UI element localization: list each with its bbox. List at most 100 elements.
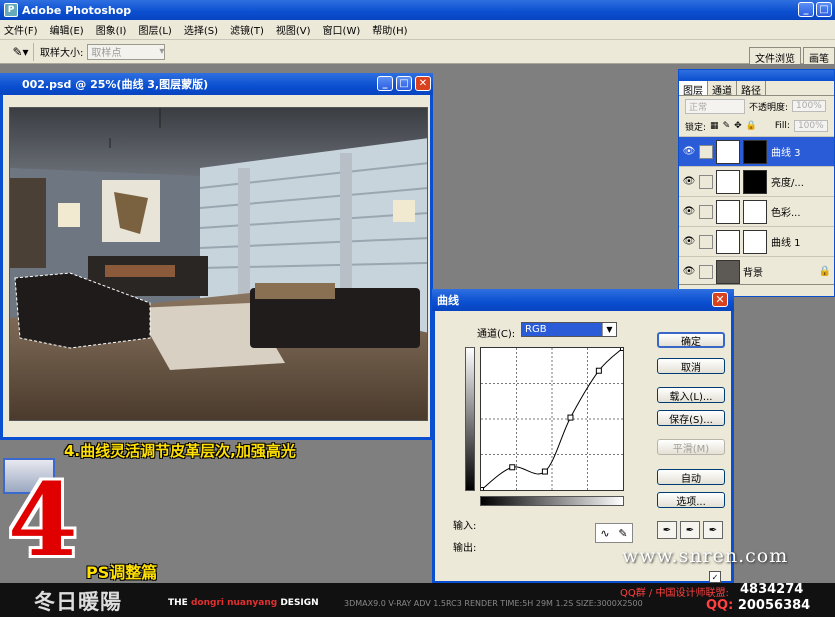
menu-layer[interactable]: 图层(L) xyxy=(138,22,171,37)
doc-maximize-button[interactable]: □ xyxy=(396,76,412,91)
menu-select[interactable]: 选择(S) xyxy=(184,22,218,37)
document-title: 002.psd @ 25%(曲线 3,图层蒙版) xyxy=(22,78,209,91)
smooth-button[interactable]: 平滑(M) xyxy=(657,439,725,455)
curve-graph[interactable] xyxy=(478,345,626,493)
eyedropper-tool-icon[interactable]: ✎▾ xyxy=(8,42,34,61)
bottom-banner: 冬日暖陽 THE dongri nuanyang DESIGN 3DMAX9.0… xyxy=(0,582,835,617)
maximize-button[interactable]: □ xyxy=(816,2,832,17)
chapter-number: 4 xyxy=(8,461,78,579)
layer-link-box[interactable] xyxy=(699,144,713,159)
lock-image-icon[interactable]: ✎ xyxy=(723,121,731,131)
curve-control-point[interactable] xyxy=(595,367,602,374)
layer-row[interactable]: 👁 亮度/... xyxy=(679,166,834,196)
menu-file[interactable]: 文件(F) xyxy=(4,22,38,37)
color-balance-adjustment-icon xyxy=(716,199,740,224)
photoshop-icon: P xyxy=(4,3,18,17)
layer-name: 曲线 3 xyxy=(771,148,801,159)
options-button[interactable]: 选项... xyxy=(657,492,725,508)
output-label: 输出: xyxy=(453,543,477,554)
black-eyedropper-icon[interactable]: ✒ xyxy=(657,521,677,539)
document-title-bar[interactable]: 002.psd @ 25%(曲线 3,图层蒙版) _ □ ✕ xyxy=(0,73,433,95)
curves-dialog-title-bar[interactable]: 曲线 xyxy=(432,289,734,311)
layer-row[interactable]: 👁 曲线 3 xyxy=(679,136,834,166)
layers-palette-title-bar[interactable] xyxy=(679,70,834,81)
palette-well: 文件浏览 画笔 xyxy=(747,47,835,65)
load-button[interactable]: 载入(L)... xyxy=(657,387,725,403)
doc-minimize-button[interactable]: _ xyxy=(377,76,393,91)
curve-control-point[interactable] xyxy=(509,464,516,471)
layer-link-box[interactable] xyxy=(699,264,713,279)
background-layer-thumbnail xyxy=(716,259,740,284)
curves-adjustment-icon xyxy=(716,229,740,254)
tab-brushes[interactable]: 画笔 xyxy=(803,47,835,65)
close-icon[interactable]: ✕ xyxy=(712,292,728,307)
lock-label: 锁定: xyxy=(685,122,707,133)
design-suffix: DESIGN xyxy=(280,598,319,608)
layer-mask-thumbnail[interactable] xyxy=(743,229,767,254)
menu-image[interactable]: 图象(I) xyxy=(96,22,127,37)
blend-mode-select[interactable]: 正常 xyxy=(685,98,745,114)
white-eyedropper-icon[interactable]: ✒ xyxy=(703,521,723,539)
qq-group-label: QQ群 / 中国设计师联盟: xyxy=(620,588,729,599)
menu-view[interactable]: 视图(V) xyxy=(276,22,311,37)
lock-icon: 🔒 xyxy=(818,266,831,277)
document-window: 002.psd @ 25%(曲线 3,图层蒙版) _ □ ✕ xyxy=(0,73,433,440)
layer-mask-thumbnail[interactable] xyxy=(743,169,767,194)
doc-close-button[interactable]: ✕ xyxy=(415,76,431,91)
tab-file-browser[interactable]: 文件浏览 xyxy=(749,47,801,65)
render-specs: 3DMAX9.0 V-RAY ADV 1.5RC3 RENDER TIME:5H… xyxy=(344,599,643,608)
pencil-icon[interactable]: ✎ xyxy=(614,524,632,542)
curve-control-point[interactable] xyxy=(478,487,484,493)
layer-link-box[interactable] xyxy=(699,174,713,189)
eye-icon[interactable]: 👁 xyxy=(679,206,699,217)
layer-row[interactable]: 👁 色彩... xyxy=(679,196,834,226)
tutorial-caption: 4.曲线灵活调节皮革层次,加强高光 xyxy=(64,442,296,460)
layer-row[interactable]: 👁 曲线 1 xyxy=(679,226,834,256)
menu-bar: 文件(F) 编辑(E) 图象(I) 图层(L) 选择(S) 滤镜(T) 视图(V… xyxy=(0,20,835,40)
layer-row[interactable]: 👁 背景 🔒 xyxy=(679,256,834,286)
menu-edit[interactable]: 编辑(E) xyxy=(50,22,84,37)
watermark: www.snren.com xyxy=(622,545,789,567)
tab-paths[interactable]: 路径 xyxy=(737,81,766,97)
auto-button[interactable]: 自动 xyxy=(657,469,725,485)
layer-link-box[interactable] xyxy=(699,204,713,219)
layer-mask-thumbnail[interactable] xyxy=(743,199,767,224)
curve-point-tool-icon[interactable]: ∿ xyxy=(596,524,614,542)
layer-link-box[interactable] xyxy=(699,234,713,249)
preview-checkbox[interactable]: ✓ xyxy=(709,571,721,583)
minimize-button[interactable]: _ xyxy=(798,2,814,17)
eye-icon[interactable]: 👁 xyxy=(679,266,699,277)
cancel-button[interactable]: 取消 xyxy=(657,358,725,374)
lock-transparency-icon[interactable]: ▦ xyxy=(710,121,719,131)
sample-size-select[interactable]: 取样点 ▾ xyxy=(87,43,166,60)
tab-layers[interactable]: 图层 xyxy=(679,81,708,97)
save-button[interactable]: 保存(S)... xyxy=(657,410,725,426)
document-canvas[interactable] xyxy=(9,107,428,421)
gray-eyedropper-icon[interactable]: ✒ xyxy=(680,521,700,539)
eye-icon[interactable]: 👁 xyxy=(679,146,699,157)
menu-help[interactable]: 帮助(H) xyxy=(372,22,407,37)
fill-field[interactable]: 100% xyxy=(793,120,828,132)
curves-dialog: 曲线 ✕ 通道(C): RGB ▼ 确定 取消 载入(L)... 保存(S)..… xyxy=(432,289,734,584)
opacity-field[interactable]: 100% xyxy=(792,100,826,112)
chapter-label: PS调整篇 xyxy=(86,563,158,582)
lock-position-icon[interactable]: ✥ xyxy=(734,121,742,131)
channel-select[interactable]: RGB ▼ xyxy=(521,322,617,337)
layer-mask-thumbnail[interactable] xyxy=(743,139,767,164)
tab-channels[interactable]: 通道 xyxy=(708,81,737,97)
menu-filter[interactable]: 滤镜(T) xyxy=(230,22,264,37)
menu-window[interactable]: 窗口(W) xyxy=(323,22,361,37)
curve-control-point[interactable] xyxy=(567,414,574,421)
input-label: 输入: xyxy=(453,521,477,532)
curves-adjustment-icon xyxy=(716,139,740,164)
eye-icon[interactable]: 👁 xyxy=(679,176,699,187)
ok-button[interactable]: 确定 xyxy=(657,332,725,348)
lock-all-icon[interactable]: 🔒 xyxy=(746,121,757,131)
curve-control-point[interactable] xyxy=(620,345,626,351)
qq-label: QQ: xyxy=(706,598,734,613)
curve-graph-svg xyxy=(478,345,626,493)
curve-control-point[interactable] xyxy=(541,468,548,475)
fill-label: Fill: xyxy=(774,121,790,131)
design-prefix: THE xyxy=(168,598,188,608)
eye-icon[interactable]: 👁 xyxy=(679,236,699,247)
